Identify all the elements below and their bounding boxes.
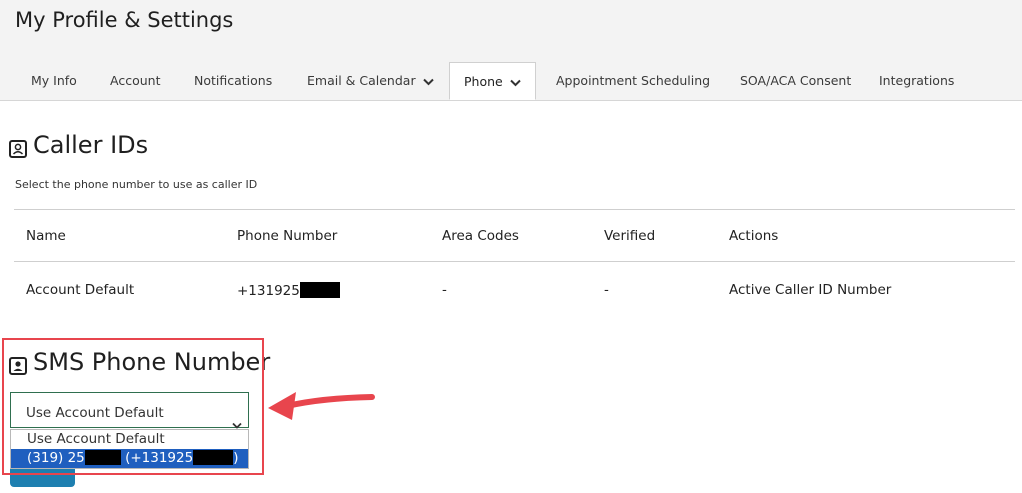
tab-notifications[interactable]: Notifications — [194, 62, 272, 100]
tab-integrations[interactable]: Integrations — [879, 62, 954, 100]
table-row: Account Default +131925 - - Active Calle… — [14, 262, 1015, 320]
column-header-actions: Actions — [729, 228, 779, 244]
column-header-phone-number: Phone Number — [237, 228, 338, 244]
column-header-name: Name — [26, 228, 66, 244]
tab-soa-aca-consent[interactable]: SOA/ACA Consent — [740, 62, 851, 100]
caller-ids-table: Name Phone Number Area Codes Verified Ac… — [14, 209, 1015, 320]
row-verified: - — [604, 282, 609, 298]
chevron-down-icon — [422, 63, 434, 101]
table-header: Name Phone Number Area Codes Verified Ac… — [14, 209, 1015, 262]
redaction-block — [299, 282, 340, 298]
tab-phone[interactable]: Phone — [449, 62, 536, 100]
row-phone-cell: +131925 — [237, 282, 340, 299]
column-header-area-codes: Area Codes — [442, 228, 519, 244]
settings-tabs: My Info Account Notifications Email & Ca… — [0, 62, 1022, 100]
annotation-highlight-box — [2, 338, 264, 475]
tab-label: Phone — [464, 74, 503, 89]
page-title: My Profile & Settings — [15, 8, 234, 32]
tab-my-info[interactable]: My Info — [31, 62, 77, 100]
row-area-codes: - — [442, 282, 447, 298]
tab-label: Email & Calendar — [307, 73, 416, 88]
contact-card-icon — [9, 136, 27, 158]
tab-appointment-scheduling[interactable]: Appointment Scheduling — [556, 62, 710, 100]
row-action-status: Active Caller ID Number — [729, 282, 892, 298]
chevron-down-icon — [510, 64, 521, 102]
caller-ids-description: Select the phone number to use as caller… — [15, 178, 258, 191]
annotation-arrow-icon — [262, 386, 377, 428]
tab-email-calendar[interactable]: Email & Calendar — [307, 62, 434, 100]
row-name: Account Default — [26, 282, 135, 298]
column-header-verified: Verified — [604, 228, 656, 244]
caller-ids-heading: Caller IDs — [9, 131, 148, 159]
tab-account[interactable]: Account — [110, 62, 160, 100]
caller-ids-title: Caller IDs — [33, 131, 149, 159]
row-phone: +131925 — [237, 283, 300, 299]
page-header: My Profile & Settings My Info Account No… — [0, 0, 1022, 101]
